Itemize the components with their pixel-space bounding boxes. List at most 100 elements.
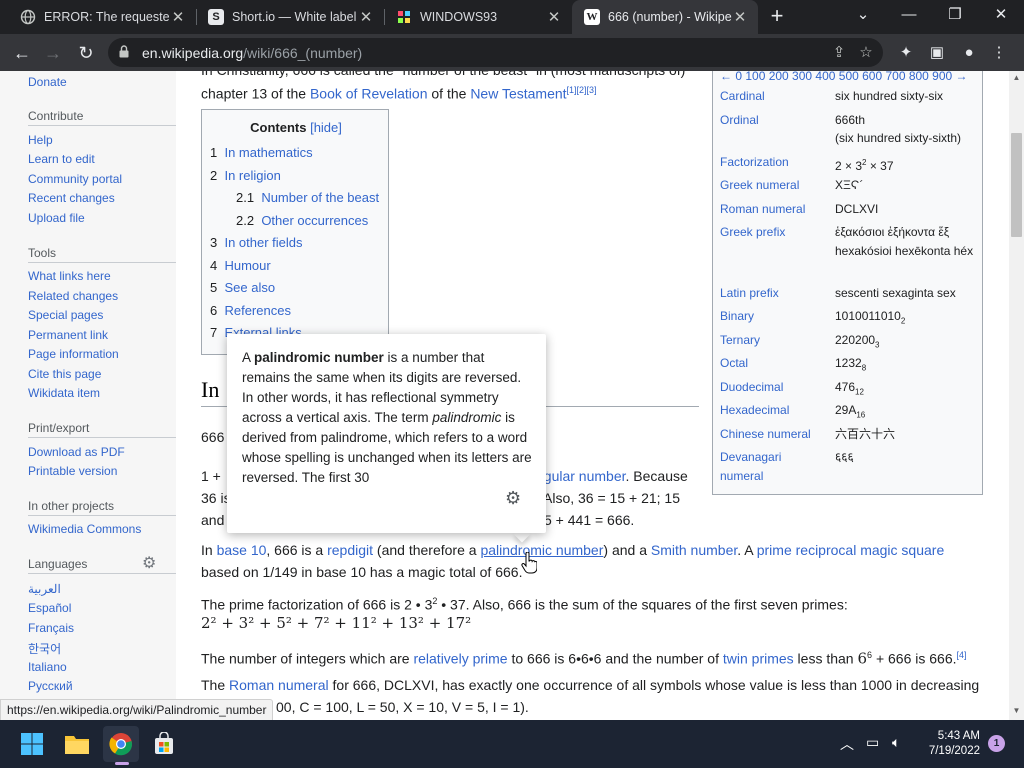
toc-item[interactable]: 4 Humour	[210, 258, 271, 273]
language-link[interactable]: Español	[28, 601, 71, 615]
back-button[interactable]: ←	[9, 40, 35, 66]
tab-wikipedia[interactable]: W 666 (number) - Wikipe ✕	[572, 0, 758, 34]
close-window-button[interactable]: ✕	[978, 0, 1024, 30]
sidebar-item-community-portal[interactable]: Community portal	[28, 172, 122, 186]
link-prime-reciprocal-magic-square[interactable]: prime reciprocal magic square	[757, 542, 945, 558]
infobox-label[interactable]: Factorization	[720, 153, 832, 172]
link-relatively-prime[interactable]: relatively prime	[413, 651, 507, 667]
sidebar-item-special-pages[interactable]: Special pages	[28, 308, 103, 322]
chevron-up-icon[interactable]: ︿	[840, 734, 854, 754]
toc-item[interactable]: 1 In mathematics	[210, 145, 313, 160]
infobox-label[interactable]: Binary	[720, 307, 832, 326]
infobox-label[interactable]: Latin prefix	[720, 284, 832, 303]
infobox-label[interactable]: Roman numeral	[720, 200, 832, 219]
tab-search-icon[interactable]: ⌄	[840, 0, 886, 30]
sidebar-item-page-information[interactable]: Page information	[28, 347, 119, 361]
sidebar-item-printable-version[interactable]: Printable version	[28, 464, 117, 478]
link-twin-primes[interactable]: twin primes	[723, 651, 794, 667]
language-link[interactable]: Italiano	[28, 660, 67, 674]
bookmark-star-icon[interactable]: ☆	[857, 44, 875, 62]
sidebar-item-permanent-link[interactable]: Permanent link	[28, 328, 108, 342]
infobox-label[interactable]: Cardinal	[720, 87, 832, 106]
volume-icon[interactable]: 🔈︎	[892, 734, 900, 751]
tab-error[interactable]: ERROR: The requested ✕	[8, 0, 196, 34]
sidebar-item-donate[interactable]: Donate	[28, 75, 67, 89]
link-book-of-revelation[interactable]: Book of Revelation	[310, 86, 428, 102]
infobox-label[interactable]: Hexadecimal	[720, 401, 832, 420]
sidebar-item-wikimedia-commons[interactable]: Wikimedia Commons	[28, 522, 141, 536]
sidebar-item-recent-changes[interactable]: Recent changes	[28, 191, 115, 205]
link-roman-numeral[interactable]: Roman numeral	[229, 677, 329, 693]
toc-item[interactable]: 2.1 Number of the beast	[236, 190, 379, 205]
toc-item[interactable]: 3 In other fields	[210, 235, 303, 250]
new-tab-button[interactable]: +	[765, 4, 789, 28]
tab-windows93[interactable]: WINDOWS93 ✕	[384, 0, 572, 34]
infobox-label[interactable]: Greek prefix	[720, 223, 832, 242]
link-new-testament[interactable]: New Testament	[470, 86, 566, 102]
toc-item[interactable]: 6 References	[210, 303, 291, 318]
citation-link[interactable]: [4]	[957, 650, 967, 660]
toc-item[interactable]: 2 In religion	[210, 168, 281, 183]
sidebar-item-upload-file[interactable]: Upload file	[28, 211, 85, 225]
extensions-icon[interactable]: ✦	[896, 43, 916, 63]
toc-link[interactable]: Humour	[224, 258, 270, 273]
infobox-label[interactable]: Greek numeral	[720, 176, 832, 195]
close-icon[interactable]: ✕	[732, 8, 748, 26]
page-preview-popup[interactable]: A palindromic number is a number that re…	[227, 334, 546, 533]
close-icon[interactable]: ✕	[170, 8, 186, 26]
infobox-label[interactable]: Duodecimal	[720, 378, 832, 397]
language-link[interactable]: العربية	[28, 582, 61, 596]
toc-link[interactable]: See also	[224, 280, 275, 295]
side-panel-icon[interactable]: ▣	[927, 43, 947, 63]
taskbar-clock[interactable]: 5:43 AM 7/19/2022	[920, 729, 980, 759]
infobox-label[interactable]: Ordinal	[720, 111, 832, 130]
share-icon[interactable]: ⇪	[830, 44, 848, 62]
link-triangular-number[interactable]: ngular number	[536, 468, 626, 484]
sidebar-item-wikidata-item[interactable]: Wikidata item	[28, 386, 100, 400]
minimize-button[interactable]: —	[886, 0, 932, 30]
toc-hide-link[interactable]: [hide]	[310, 120, 342, 135]
tab-shortio[interactable]: S Short.io — White label ✕	[196, 0, 384, 34]
toc-item[interactable]: 2.2 Other occurrences	[236, 213, 368, 228]
sidebar-item-learn-to-edit[interactable]: Learn to edit	[28, 152, 95, 166]
sidebar-item-related-changes[interactable]: Related changes	[28, 289, 118, 303]
toc-link[interactable]: Number of the beast	[261, 190, 379, 205]
citation-link[interactable]: [1][2][3]	[567, 85, 597, 95]
scroll-down-icon[interactable]: ▼	[1011, 706, 1022, 715]
address-bar[interactable]: en.wikipedia.org/wiki/666_(number) ⇪ ☆	[108, 38, 883, 67]
microsoft-store-icon[interactable]	[146, 726, 182, 762]
gear-icon[interactable]: ⚙	[505, 489, 523, 507]
notification-badge[interactable]: 1	[988, 735, 1005, 752]
sidebar-item-cite-this-page[interactable]: Cite this page	[28, 367, 101, 381]
reload-button[interactable]: ↻	[73, 40, 99, 66]
forward-button[interactable]: →	[40, 40, 66, 66]
toc-link[interactable]: In religion	[224, 168, 280, 183]
sidebar-item-what-links-here[interactable]: What links here	[28, 269, 111, 283]
link-repdigit[interactable]: repdigit	[327, 542, 373, 558]
language-link[interactable]: Русский	[28, 679, 73, 693]
close-icon[interactable]: ✕	[358, 8, 374, 26]
file-explorer-icon[interactable]	[59, 726, 95, 762]
gear-icon[interactable]: ⚙	[142, 556, 158, 572]
infobox-label[interactable]: Octal	[720, 354, 832, 373]
sidebar-item-download-pdf[interactable]: Download as PDF	[28, 445, 125, 459]
display-icon[interactable]: ▭	[866, 734, 879, 751]
link-smith-number[interactable]: Smith number	[651, 542, 737, 558]
toc-item[interactable]: 5 See also	[210, 280, 275, 295]
profile-icon[interactable]: ●	[959, 43, 979, 63]
toc-link[interactable]: Other occurrences	[261, 213, 368, 228]
language-link[interactable]: Français	[28, 621, 74, 635]
sidebar-item-help[interactable]: Help	[28, 133, 53, 147]
link-base-10[interactable]: base 10	[217, 542, 267, 558]
scroll-up-icon[interactable]: ▲	[1011, 73, 1022, 82]
toc-link[interactable]: References	[224, 303, 290, 318]
toc-link[interactable]: In mathematics	[224, 145, 312, 160]
infobox-label[interactable]: Ternary	[720, 331, 832, 350]
infobox-navigation[interactable]: ← 0 100 200 300 400 500 600 700 800 900 …	[720, 71, 968, 83]
windows-start-icon[interactable]	[14, 726, 50, 762]
scrollbar-thumb[interactable]	[1011, 133, 1022, 237]
toc-link[interactable]: In other fields	[224, 235, 302, 250]
close-icon[interactable]: ✕	[546, 8, 562, 26]
chrome-icon[interactable]	[103, 726, 139, 765]
infobox-label[interactable]: Chinese numeral	[720, 425, 832, 444]
